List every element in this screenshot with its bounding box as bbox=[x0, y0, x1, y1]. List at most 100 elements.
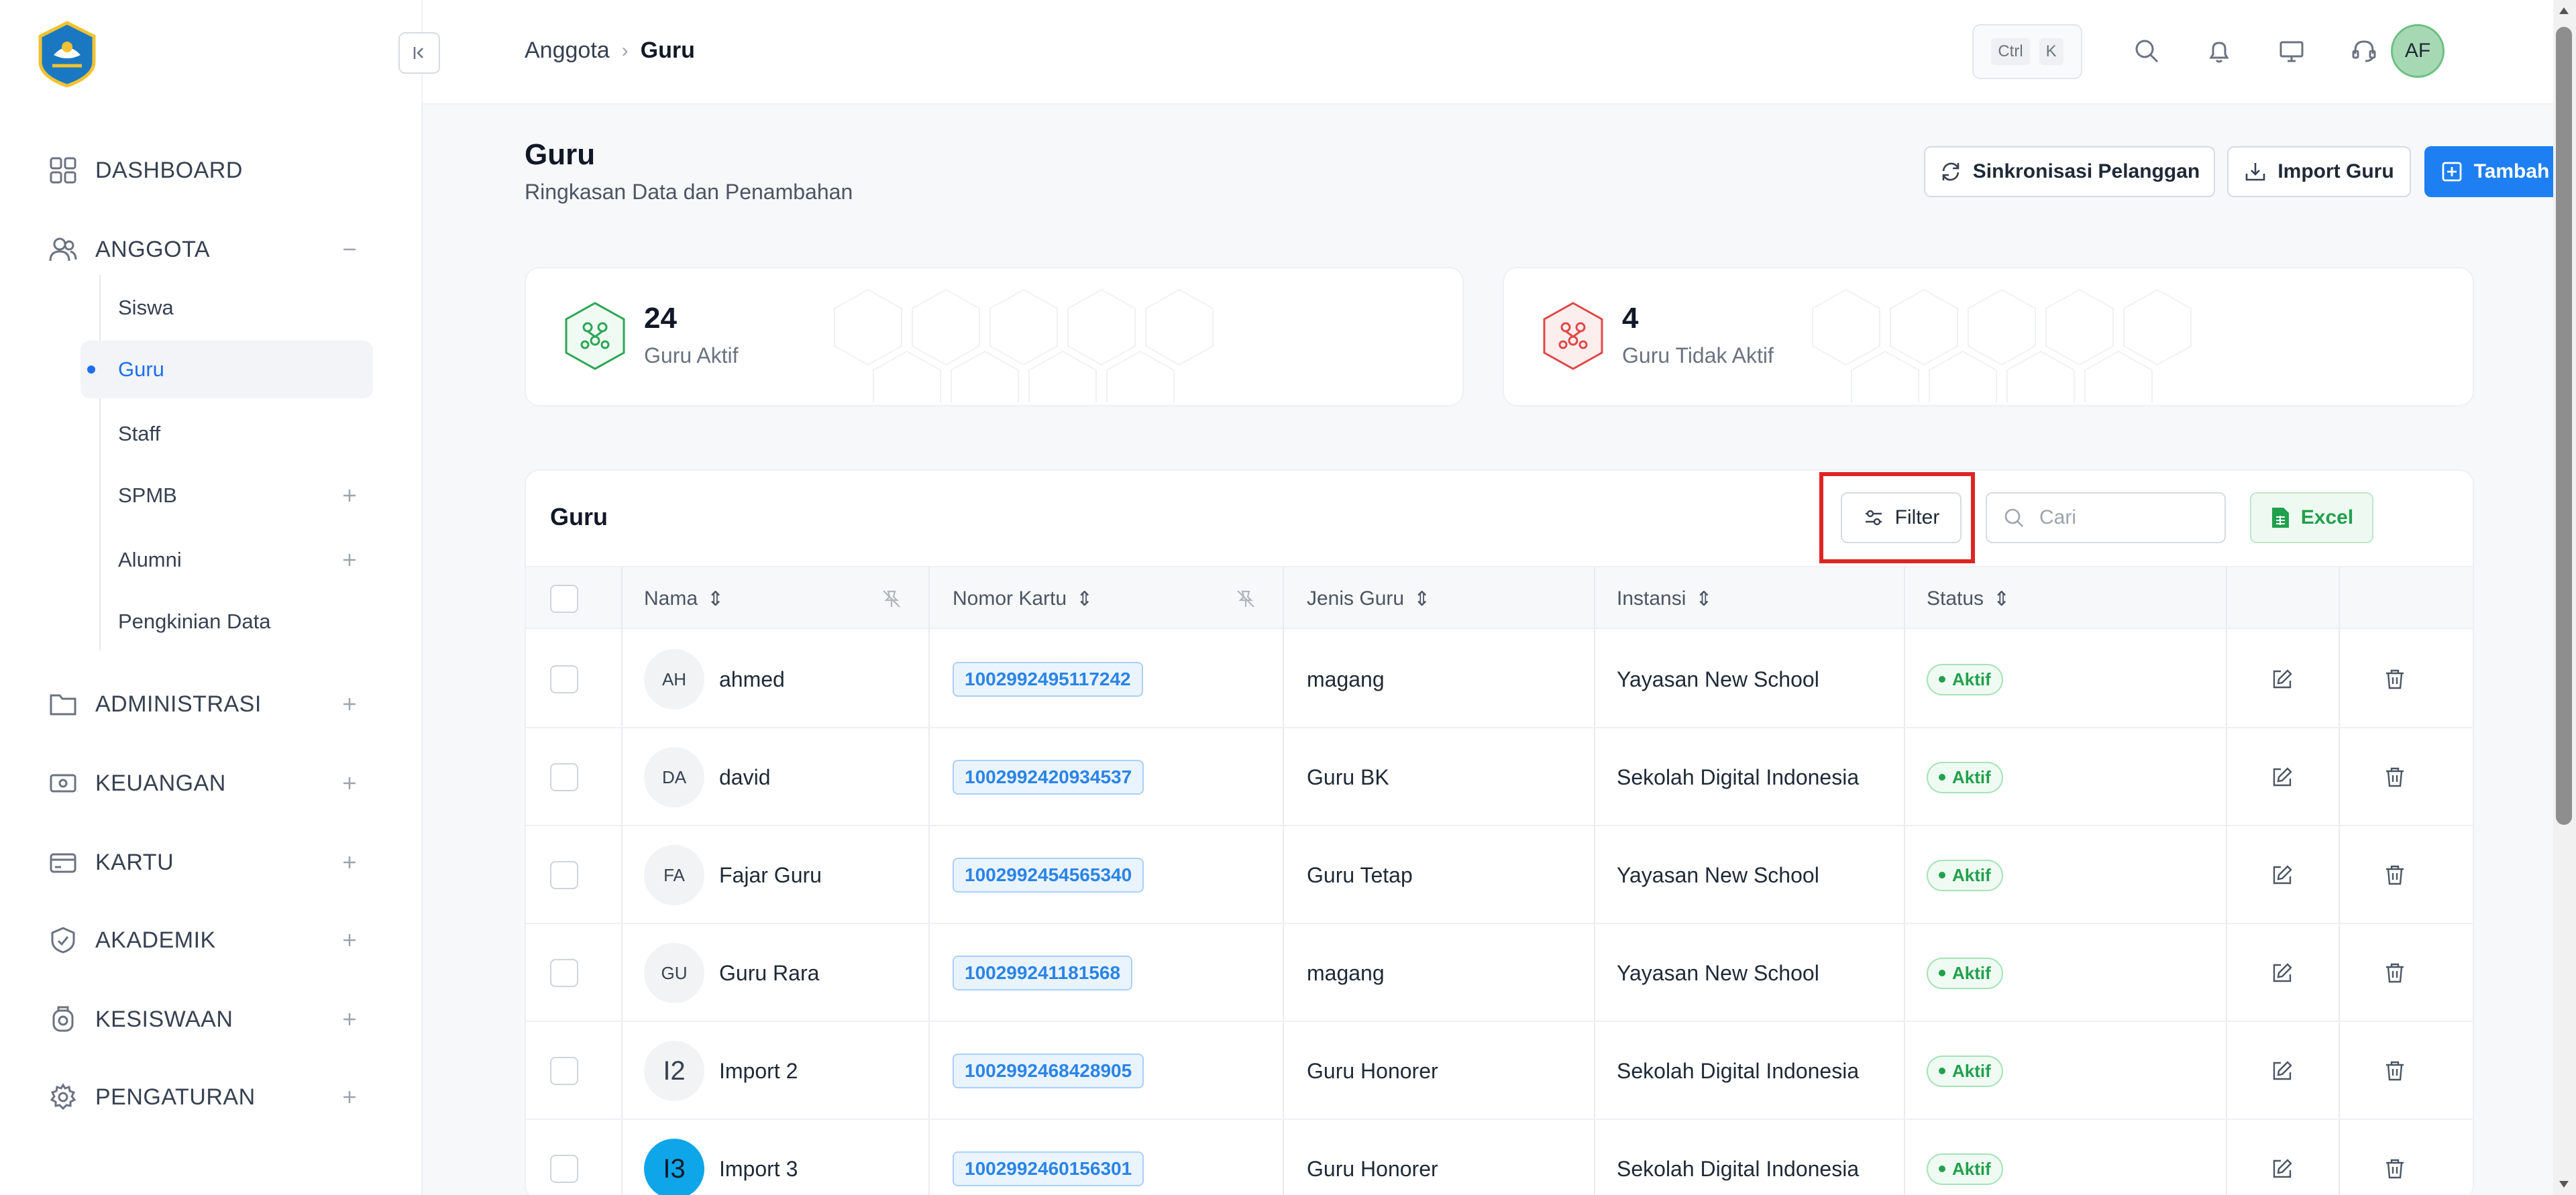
sub-label: SPMB bbox=[118, 483, 177, 507]
name-cell[interactable]: GU Guru Rara bbox=[644, 924, 819, 1022]
sidebar-item-label: KARTU bbox=[95, 849, 174, 875]
name-cell[interactable]: I2 Import 2 bbox=[644, 1022, 798, 1120]
sidebar-sub-siswa[interactable]: Siswa bbox=[80, 279, 373, 337]
expand-plus-icon[interactable] bbox=[338, 549, 361, 571]
support-icon[interactable] bbox=[2347, 34, 2381, 68]
expand-plus-icon[interactable] bbox=[338, 693, 361, 716]
teacher-name: Import 3 bbox=[719, 1156, 798, 1181]
edit-icon[interactable] bbox=[2255, 826, 2309, 924]
trash-icon[interactable] bbox=[2368, 1120, 2422, 1195]
collapse-minus-icon[interactable] bbox=[338, 238, 361, 261]
edit-icon[interactable] bbox=[2255, 1120, 2309, 1195]
teacher-name: Fajar Guru bbox=[719, 862, 822, 887]
jenis-guru-cell: Guru Honorer bbox=[1307, 1156, 1438, 1181]
refresh-icon bbox=[1942, 162, 1960, 181]
card-number-cell: 1002992495117242 bbox=[953, 630, 1143, 728]
row-checkbox[interactable] bbox=[550, 728, 578, 826]
row-checkbox[interactable] bbox=[550, 1022, 578, 1120]
bell-icon[interactable] bbox=[2202, 34, 2237, 68]
col-status[interactable]: Status ⇕ bbox=[1927, 567, 2010, 630]
scroll-down-arrow-icon[interactable] bbox=[2557, 1178, 2571, 1191]
trash-icon[interactable] bbox=[2368, 1022, 2422, 1120]
sidebar-collapse-button[interactable] bbox=[398, 32, 440, 74]
scroll-up-arrow-icon[interactable] bbox=[2557, 4, 2571, 17]
sidebar-item-akademik[interactable]: AKADEMIK bbox=[0, 913, 423, 967]
row-checkbox[interactable] bbox=[550, 1120, 578, 1195]
col-nomor-kartu[interactable]: Nomor Kartu ⇕ bbox=[953, 567, 1093, 630]
row-checkbox[interactable] bbox=[550, 630, 578, 728]
command-palette-button[interactable]: Ctrl K bbox=[1972, 24, 2082, 79]
kbd-ctrl: Ctrl bbox=[1991, 38, 2030, 65]
card-number-cell: 1002992460156301 bbox=[953, 1120, 1144, 1195]
col-nama[interactable]: Nama ⇕ bbox=[644, 567, 724, 630]
sidebar-item-kartu[interactable]: KARTU bbox=[0, 836, 423, 889]
instansi-cell: Yayasan New School bbox=[1617, 862, 1819, 887]
jenis-guru-cell: Guru Honorer bbox=[1307, 1058, 1438, 1083]
card-number-badge: 1002992420934537 bbox=[953, 760, 1144, 795]
monitor-icon[interactable] bbox=[2274, 34, 2309, 68]
sidebar-sub-staff[interactable]: Staff bbox=[80, 405, 373, 463]
sidebar-item-administrasi[interactable]: ADMINISTRASI bbox=[0, 677, 423, 731]
expand-plus-icon[interactable] bbox=[338, 484, 361, 507]
avatar: AH bbox=[644, 649, 704, 709]
excel-export-button[interactable]: Excel bbox=[2250, 492, 2373, 543]
sidebar-item-keuangan[interactable]: KEUANGAN bbox=[0, 756, 423, 810]
edit-icon[interactable] bbox=[2255, 630, 2309, 728]
name-cell[interactable]: DA david bbox=[644, 728, 771, 826]
instansi-cell: Yayasan New School bbox=[1617, 960, 1819, 985]
grid-icon bbox=[48, 156, 78, 185]
unpin-icon[interactable] bbox=[881, 567, 902, 630]
scrollbar-thumb[interactable] bbox=[2556, 27, 2572, 825]
school-logo[interactable] bbox=[34, 20, 101, 88]
excel-file-icon bbox=[2271, 508, 2289, 528]
edit-icon[interactable] bbox=[2255, 1022, 2309, 1120]
teacher-name: Import 2 bbox=[719, 1058, 798, 1083]
breadcrumb-parent[interactable]: Anggota bbox=[525, 38, 610, 64]
row-checkbox[interactable] bbox=[550, 924, 578, 1022]
name-cell[interactable]: FA Fajar Guru bbox=[644, 826, 822, 924]
sync-customers-button[interactable]: Sinkronisasi Pelanggan bbox=[1924, 146, 2215, 197]
status-text: Aktif bbox=[1952, 864, 1991, 885]
sidebar-item-dashboard[interactable]: DASHBOARD bbox=[0, 144, 423, 197]
row-checkbox[interactable] bbox=[550, 826, 578, 924]
sidebar-item-anggota[interactable]: ANGGOTA bbox=[0, 223, 423, 276]
status-cell: Aktif bbox=[1927, 630, 2003, 728]
edit-icon[interactable] bbox=[2255, 728, 2309, 826]
expand-plus-icon[interactable] bbox=[338, 929, 361, 952]
search-icon[interactable] bbox=[2129, 34, 2164, 68]
select-all-checkbox[interactable] bbox=[550, 567, 578, 630]
trash-icon[interactable] bbox=[2368, 728, 2422, 826]
expand-plus-icon[interactable] bbox=[338, 772, 361, 795]
user-avatar[interactable]: AF bbox=[2391, 24, 2445, 78]
search-input[interactable]: Cari bbox=[1986, 492, 2226, 543]
edit-icon[interactable] bbox=[2255, 924, 2309, 1022]
trash-icon[interactable] bbox=[2368, 630, 2422, 728]
expand-plus-icon[interactable] bbox=[338, 1086, 361, 1108]
expand-plus-icon[interactable] bbox=[338, 1008, 361, 1031]
sub-label: Alumni bbox=[118, 548, 182, 571]
sidebar-sub-spmb[interactable]: SPMB bbox=[80, 467, 373, 524]
sidebar-item-label: AKADEMIK bbox=[95, 927, 216, 953]
name-cell[interactable]: AH ahmed bbox=[644, 630, 785, 728]
unpin-icon[interactable] bbox=[1236, 567, 1256, 630]
instansi-cell: Yayasan New School bbox=[1617, 667, 1819, 691]
stat-card-active: 24 Guru Aktif bbox=[525, 267, 1464, 406]
status-text: Aktif bbox=[1952, 1158, 1991, 1179]
sub-label: Guru bbox=[118, 357, 164, 381]
col-jenis-guru[interactable]: Jenis Guru ⇕ bbox=[1307, 567, 1430, 630]
name-cell[interactable]: I3 Import 3 bbox=[644, 1120, 798, 1195]
sync-label: Sinkronisasi Pelanggan bbox=[1972, 160, 2200, 182]
status-dot bbox=[1939, 872, 1945, 878]
sidebar-sub-guru[interactable]: Guru bbox=[80, 341, 373, 398]
trash-icon[interactable] bbox=[2368, 826, 2422, 924]
jenis-guru-cell: magang bbox=[1307, 667, 1385, 691]
sidebar-item-kesiswaan[interactable]: KESISWAAN bbox=[0, 992, 423, 1046]
filter-button[interactable]: Filter bbox=[1841, 492, 1962, 543]
sidebar-sub-pengkinian[interactable]: Pengkinian Data bbox=[80, 593, 373, 650]
col-instansi[interactable]: Instansi ⇕ bbox=[1617, 567, 1713, 630]
trash-icon[interactable] bbox=[2368, 924, 2422, 1022]
expand-plus-icon[interactable] bbox=[338, 851, 361, 874]
sidebar-sub-alumni[interactable]: Alumni bbox=[80, 531, 373, 589]
import-guru-button[interactable]: Import Guru bbox=[2227, 146, 2411, 197]
sidebar-item-pengaturan[interactable]: PENGATURAN bbox=[0, 1070, 423, 1124]
